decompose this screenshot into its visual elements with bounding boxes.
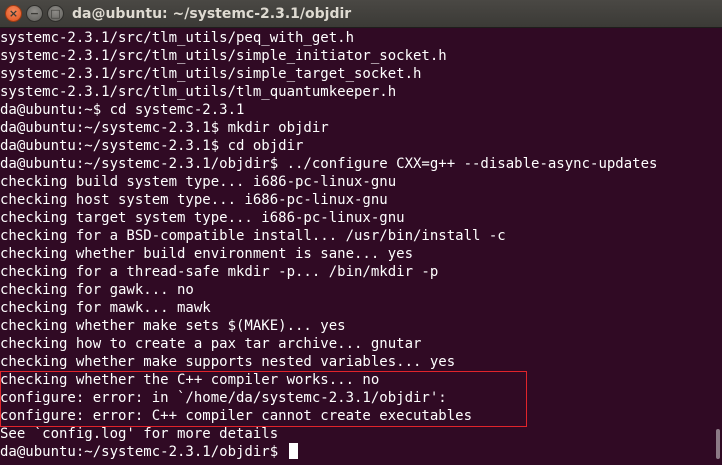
terminal-line: checking build system type... i686-pc-li… [0,174,397,190]
text-cursor [288,443,298,459]
terminal-line: checking target system type... i686-pc-l… [0,210,405,226]
error-highlight-box [0,371,527,427]
terminal-line: systemc-2.3.1/src/tlm_utils/simple_initi… [0,48,447,64]
prompt-text: da@ubuntu:~/systemc-2.3.1/objdir$ [0,444,287,460]
scrollbar[interactable] [714,29,722,465]
terminal-line: checking for a thread-safe mkdir -p... /… [0,264,439,280]
terminal-line: See `config.log' for more details [0,426,279,442]
terminal-line: checking whether make sets $(MAKE)... ye… [0,318,346,334]
terminal-line: systemc-2.3.1/src/tlm_utils/peq_with_get… [0,30,355,46]
terminal-window: × − □ da@ubuntu: ~/systemc-2.3.1/objdir … [0,0,722,465]
title-bar[interactable]: × − □ da@ubuntu: ~/systemc-2.3.1/objdir [0,0,722,28]
terminal-line: checking for gawk... no [0,282,194,298]
maximize-button[interactable]: □ [47,5,64,22]
terminal-line: da@ubuntu:~/systemc-2.3.1$ cd objdir [0,138,304,154]
terminal-line: systemc-2.3.1/src/tlm_utils/tlm_quantumk… [0,84,397,100]
window-title: da@ubuntu: ~/systemc-2.3.1/objdir [72,6,352,22]
terminal-line: checking whether make supports nested va… [0,354,456,370]
minimize-icon: − [29,7,40,20]
terminal-line: checking how to create a pax tar archive… [0,336,422,352]
terminal-line: checking whether build environment is sa… [0,246,414,262]
scrollbar-thumb[interactable] [716,429,720,459]
terminal-line: checking for a BSD-compatible install...… [0,228,506,244]
close-icon: × [8,7,19,20]
prompt-line[interactable]: da@ubuntu:~/systemc-2.3.1/objdir$ [0,443,298,461]
close-button[interactable]: × [5,5,22,22]
terminal-line: da@ubuntu:~/systemc-2.3.1/objdir$ ../con… [0,156,658,172]
terminal-output[interactable]: systemc-2.3.1/src/tlm_utils/peq_with_get… [0,29,714,465]
terminal-line: checking for mawk... mawk [0,300,211,316]
terminal-line: da@ubuntu:~/systemc-2.3.1$ mkdir objdir [0,120,329,136]
minimize-button[interactable]: − [26,5,43,22]
terminal-line: da@ubuntu:~$ cd systemc-2.3.1 [0,102,245,118]
terminal-line: systemc-2.3.1/src/tlm_utils/simple_targe… [0,66,422,82]
maximize-icon: □ [50,7,61,20]
terminal-line: checking host system type... i686-pc-lin… [0,192,388,208]
